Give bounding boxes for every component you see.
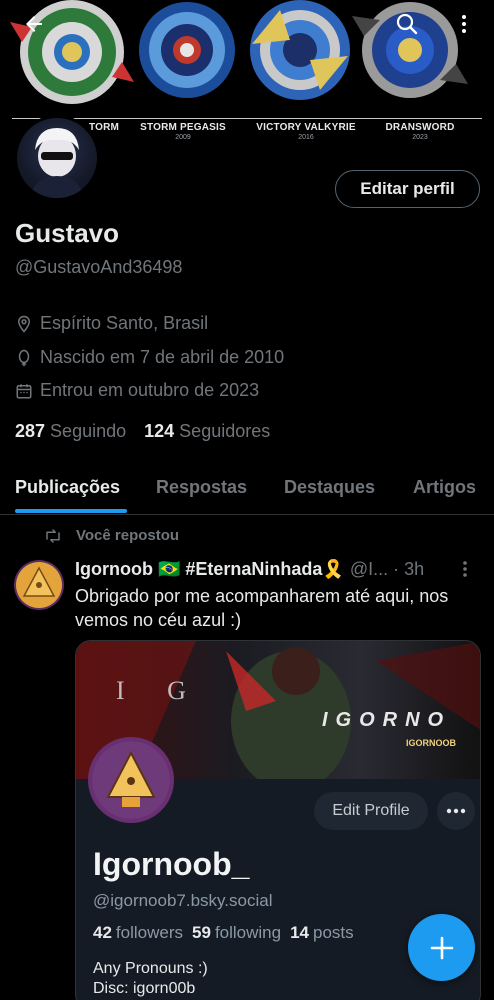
bey-label: STORM PEGASIS (140, 122, 226, 133)
card-bio-line: Disc: igorn00b (93, 980, 196, 997)
bey-label: DRANSWORD (385, 122, 455, 133)
plus-icon (430, 936, 453, 959)
card-followers-label: followers (115, 923, 184, 942)
more-vertical-icon[interactable] (450, 10, 478, 38)
repost-icon (46, 528, 60, 543)
post-author-name[interactable]: Igornoob 🇧🇷 #EternaNinhada🎗️ (75, 559, 345, 579)
card-stats: 42 followers 59 following 14 posts (93, 923, 354, 943)
post-time: · 3h (393, 559, 425, 579)
joined-text: Entrou em outubro de 2023 (40, 380, 260, 400)
avatar-image (29, 128, 85, 198)
card-profile-name: Igornoob_ (93, 846, 250, 882)
card-bio-line: Any Pronouns :) (93, 960, 208, 977)
profile-name: Gustavo (15, 218, 120, 248)
post-header: Igornoob 🇧🇷 #EternaNinhada🎗️ @I... · 3h (75, 559, 480, 580)
post-author-handle[interactable]: @I... (350, 559, 388, 579)
followers-label: Seguidores (179, 421, 271, 441)
followers-count: 124 (144, 421, 175, 441)
more-horizontal-icon (437, 792, 475, 830)
avatar-image (16, 562, 62, 608)
card-edit-profile-button: Edit Profile (314, 792, 428, 830)
location-text: Espírito Santo, Brasil (40, 313, 209, 333)
repost-label: Você repostou (76, 527, 180, 544)
bey-label: VICTORY VALKYRIE (256, 122, 356, 133)
followers-link[interactable]: 124 Seguidores (144, 421, 270, 442)
tab-publicacoes[interactable]: Publicações (15, 477, 120, 498)
profile-handle: @GustavoAnd36498 (15, 257, 183, 277)
tab-artigos[interactable]: Artigos (413, 477, 476, 498)
active-tab-indicator (15, 509, 127, 513)
follow-stats: 287 Seguindo 124 Seguidores (15, 421, 270, 442)
card-avatar (88, 737, 174, 823)
birthdate-text: Nascido em 7 de abril de 2010 (40, 347, 285, 367)
following-label: Seguindo (50, 421, 127, 441)
card-banner-title: IGORNO (322, 709, 452, 731)
search-icon[interactable] (393, 10, 421, 38)
balloon-icon (18, 349, 30, 366)
compose-button[interactable] (408, 914, 475, 981)
avatar-image (92, 741, 170, 819)
card-following-count: 59 (192, 923, 211, 942)
card-bio: Any Pronouns :) Disc: igorn00b (93, 959, 208, 999)
bey-year: 2009 (175, 134, 191, 141)
location-row: Espírito Santo, Brasil (15, 313, 208, 334)
repost-indicator: Você repostou (44, 527, 179, 544)
joined-row: Entrou em outubro de 2023 (15, 380, 259, 401)
edit-profile-button[interactable]: Editar perfil (335, 170, 480, 208)
card-following-label: following (214, 923, 282, 942)
card-posts-count: 14 (290, 923, 310, 942)
tab-respostas[interactable]: Respostas (156, 477, 247, 498)
bey-year: 2023 (412, 134, 428, 141)
post-more-icon[interactable] (462, 559, 468, 584)
calendar-icon (16, 383, 32, 398)
banner-divider (12, 118, 482, 119)
card-followers-count: 42 (93, 923, 112, 942)
tab-destaques[interactable]: Destaques (284, 477, 375, 498)
card-posts-label: posts (313, 923, 354, 942)
bey-year: 2016 (298, 134, 314, 141)
following-link[interactable]: 287 Seguindo (15, 421, 126, 442)
post-author-avatar[interactable] (14, 560, 64, 610)
avatar[interactable] (14, 115, 100, 201)
post-text: Obrigado por me acompanharem até aqui, n… (75, 586, 449, 630)
card-profile-handle: @igornoob7.bsky.social (93, 891, 273, 910)
location-pin-icon (17, 315, 31, 333)
card-banner-subtitle: IGORNOOB (406, 738, 457, 748)
profile-tabs: Publicações Respostas Destaques Artigos (0, 462, 494, 515)
arrow-left-icon[interactable] (20, 10, 48, 38)
svg-text:I G: I G (116, 676, 204, 705)
following-count: 287 (15, 421, 46, 441)
birthdate-row: Nascido em 7 de abril de 2010 (15, 347, 284, 368)
